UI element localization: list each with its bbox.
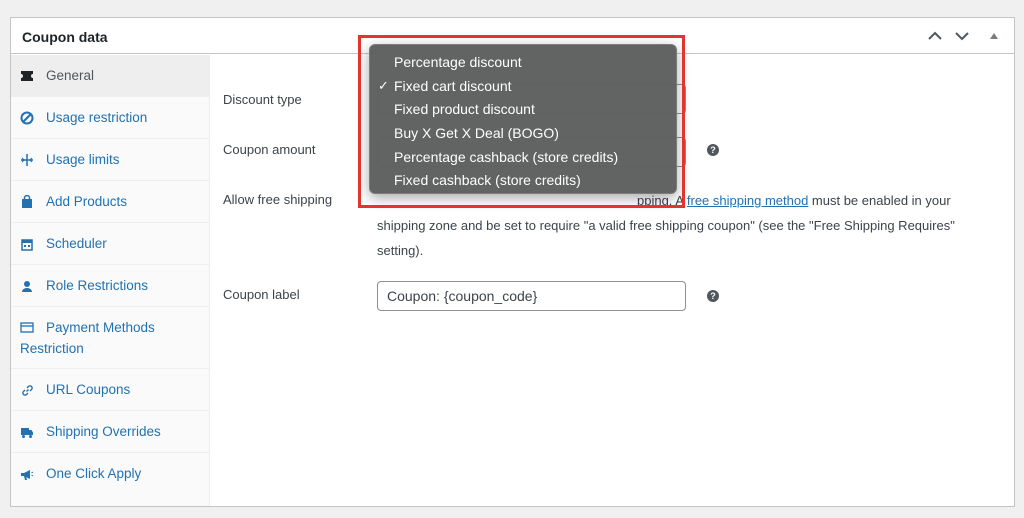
tab-scheduler[interactable]: Scheduler: [11, 223, 209, 265]
tab-add-products[interactable]: Add Products: [11, 181, 209, 223]
checkmark-icon: ✓: [378, 78, 389, 93]
move-up-button[interactable]: [925, 26, 945, 46]
option-percentage-cashback[interactable]: Percentage cashback (store credits): [394, 149, 618, 165]
tab-general[interactable]: General: [11, 55, 209, 97]
user-icon: [20, 279, 34, 293]
tab-role-restrictions[interactable]: Role Restrictions: [11, 265, 209, 307]
triangle-up-icon: [990, 33, 998, 39]
block-icon: [20, 111, 34, 125]
bag-icon: [20, 195, 34, 209]
chevron-up-icon: [928, 31, 942, 40]
option-fixed-cashback[interactable]: Fixed cashback (store credits): [394, 172, 581, 188]
tab-one-click-apply[interactable]: One Click Apply: [11, 453, 209, 495]
discount-type-dropdown: Percentage discount ✓ Fixed cart discoun…: [369, 44, 677, 194]
toggle-panel-button[interactable]: [984, 26, 1004, 46]
free-shipping-description: pping. A free shipping method must be en…: [377, 193, 955, 258]
tab-shipping-overrides[interactable]: Shipping Overrides: [11, 411, 209, 453]
option-bogo[interactable]: Buy X Get X Deal (BOGO): [394, 125, 559, 141]
free-shipping-label: Allow free shipping: [223, 192, 333, 207]
discount-type-label: Discount type: [223, 92, 302, 107]
coupon-tabs-sidebar: General Usage restriction Usage limits A…: [11, 55, 210, 506]
tab-payment-methods-restriction[interactable]: Payment Methods Restriction: [11, 307, 209, 369]
truck-icon: [20, 425, 34, 439]
coupon-label-input[interactable]: Coupon: {coupon_code}: [377, 281, 686, 311]
chevron-down-icon: [955, 32, 969, 41]
free-shipping-method-link[interactable]: free shipping method: [687, 193, 808, 208]
ticket-icon: [20, 69, 34, 83]
option-percentage-discount[interactable]: Percentage discount: [394, 54, 522, 70]
tab-usage-limits[interactable]: Usage limits: [11, 139, 209, 181]
move-down-button[interactable]: [952, 26, 972, 46]
option-fixed-cart-discount[interactable]: Fixed cart discount: [394, 78, 512, 94]
megaphone-icon: [20, 467, 34, 481]
link-icon: [20, 383, 34, 397]
card-icon: [20, 320, 34, 334]
calendar-icon: [20, 237, 34, 251]
limits-icon: [20, 153, 34, 167]
tab-usage-restriction[interactable]: Usage restriction: [11, 97, 209, 139]
coupon-label-label: Coupon label: [223, 287, 300, 302]
tab-url-coupons[interactable]: URL Coupons: [11, 369, 209, 411]
option-fixed-product-discount[interactable]: Fixed product discount: [394, 101, 535, 117]
help-icon[interactable]: ?: [707, 290, 719, 302]
panel-title: Coupon data: [22, 29, 108, 45]
help-icon[interactable]: ?: [707, 144, 719, 156]
coupon-amount-label: Coupon amount: [223, 142, 316, 157]
